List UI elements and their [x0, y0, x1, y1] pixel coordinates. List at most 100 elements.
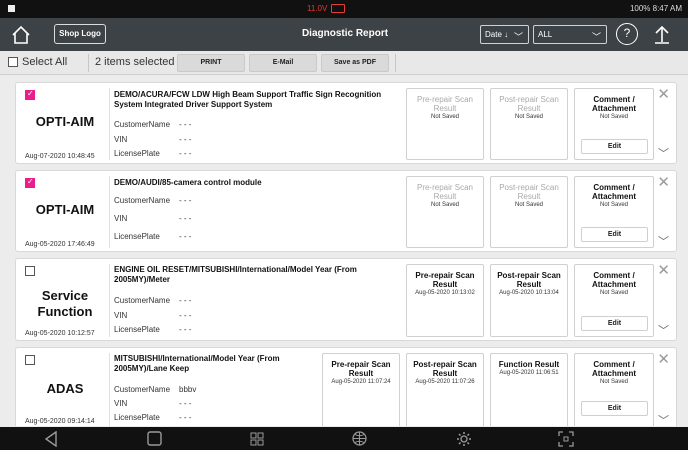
comment-attachment-box[interactable]: Comment / Attachment Not Saved Edit — [574, 264, 654, 337]
pre-repair-label: Pre-repair Scan Result — [416, 183, 474, 201]
select-all-label[interactable]: Select All — [22, 56, 67, 68]
license-plate-value: - - - — [179, 413, 192, 422]
license-plate-label: LicensePlate — [114, 325, 160, 334]
pre-repair-label: Pre-repair Scan Result — [331, 360, 391, 378]
report-card[interactable]: OPTI-AIM Aug-05-2020 17:46:49 DEMO/AUDI/… — [15, 170, 677, 252]
report-toolbar: Select All 2 items selected PRINT E-Mail… — [0, 51, 688, 75]
divider — [109, 353, 110, 426]
customer-name-value: bbbv — [179, 385, 197, 394]
save-pdf-button[interactable]: Save as PDF — [321, 54, 389, 72]
home-icon[interactable] — [10, 24, 32, 46]
comment-attachment-label: Comment / Attachment — [591, 271, 636, 289]
vin-label: VIN — [114, 399, 128, 408]
vin-label: VIN — [114, 214, 128, 223]
report-card[interactable]: OPTI-AIM Aug-07-2020 10:48:45 DEMO/ACURA… — [15, 82, 677, 164]
help-icon[interactable]: ? — [616, 23, 638, 45]
report-checkbox[interactable] — [25, 355, 35, 365]
pre-repair-scan-box[interactable]: Pre-repair Scan Result Not Saved — [406, 88, 484, 160]
report-title: ENGINE OIL RESET/MITSUBISHI/Internationa… — [114, 265, 357, 284]
pre-repair-status: Aug-05-2020 10:13:02 — [415, 290, 475, 296]
function-result-label: Function Result — [498, 360, 560, 369]
post-repair-status: Not Saved — [514, 114, 544, 120]
report-checkbox[interactable] — [25, 89, 35, 100]
email-button[interactable]: E-Mail — [249, 54, 317, 72]
post-repair-scan-box[interactable]: Post-repair Scan Result Aug-05-2020 10:1… — [490, 264, 568, 337]
edit-button[interactable]: Edit — [581, 316, 648, 331]
divider — [109, 264, 110, 337]
chevron-down-icon[interactable]: ﹀ — [658, 412, 669, 426]
pre-repair-status: Aug-05-2020 11:07:24 — [331, 379, 391, 385]
chevron-down-icon[interactable]: ﹀ — [658, 233, 669, 249]
post-repair-scan-box[interactable]: Post-repair Scan Result Aug-05-2020 11:0… — [406, 353, 484, 426]
license-plate-label: LicensePlate — [114, 149, 160, 158]
vin-value: - - - — [179, 214, 192, 223]
filter-select[interactable]: ALL ﹀ — [533, 25, 607, 44]
chevron-down-icon[interactable]: ﹀ — [658, 145, 669, 161]
back-icon[interactable] — [44, 431, 58, 447]
shop-logo-button[interactable]: Shop Logo — [54, 24, 106, 44]
post-repair-scan-box[interactable]: Post-repair Scan Result Not Saved — [490, 176, 568, 248]
apps-icon[interactable] — [250, 432, 264, 446]
browser-icon[interactable] — [352, 431, 367, 446]
report-date: Aug-07-2020 10:48:45 — [25, 153, 95, 160]
post-repair-label: Post-repair Scan Result — [497, 271, 561, 289]
close-icon[interactable]: ✕ — [657, 175, 670, 190]
chevron-down-icon[interactable]: ﹀ — [658, 322, 669, 338]
report-checkbox[interactable] — [25, 177, 35, 188]
report-title: DEMO/AUDI/85-camera control module — [114, 178, 262, 187]
license-plate-value: - - - — [179, 325, 192, 334]
date-sort-select[interactable]: Date ↓ ﹀ — [480, 25, 529, 44]
report-date: Aug-05-2020 09:14:14 — [25, 418, 95, 425]
system-nav-bar — [0, 427, 688, 450]
customer-name-label: CustomerName — [114, 120, 171, 129]
report-checkbox[interactable] — [25, 266, 35, 276]
comment-attachment-box[interactable]: Comment / Attachment Not Saved Edit — [574, 176, 654, 248]
license-plate-value: - - - — [179, 232, 192, 241]
divider — [395, 54, 396, 72]
pre-repair-scan-box[interactable]: Pre-repair Scan Result Not Saved — [406, 176, 484, 248]
upload-icon[interactable] — [652, 23, 672, 45]
post-repair-label: Post-repair Scan Result — [499, 95, 559, 113]
edit-button[interactable]: Edit — [581, 227, 648, 242]
screenshot-icon[interactable] — [558, 431, 574, 447]
report-date: Aug-05-2020 10:12:57 — [25, 330, 95, 337]
function-name: ADAS — [46, 381, 84, 396]
divider — [109, 176, 110, 248]
home-nav-icon[interactable] — [147, 431, 162, 446]
function-result-box[interactable]: Function Result Aug-05-2020 11:06:51 — [490, 353, 568, 426]
divider — [109, 88, 110, 160]
comment-attachment-label: Comment / Attachment — [591, 95, 636, 113]
function-name: OPTI-AIM — [35, 114, 95, 129]
vin-value: - - - — [179, 399, 192, 408]
customer-name-value: - - - — [179, 120, 192, 129]
pre-repair-scan-box[interactable]: Pre-repair Scan Result Aug-05-2020 10:13… — [406, 264, 484, 337]
pre-repair-scan-box[interactable]: Pre-repair Scan Result Aug-05-2020 11:07… — [322, 353, 400, 426]
chevron-down-icon: ﹀ — [513, 32, 523, 42]
close-icon[interactable]: ✕ — [657, 352, 670, 367]
vin-label: VIN — [114, 311, 128, 320]
select-all-checkbox[interactable] — [8, 57, 18, 67]
report-date: Aug-05-2020 17:46:49 — [25, 241, 95, 248]
edit-button[interactable]: Edit — [581, 139, 648, 154]
customer-name-label: CustomerName — [114, 196, 171, 205]
close-icon[interactable]: ✕ — [657, 263, 670, 278]
comment-attachment-box[interactable]: Comment / Attachment Not Saved Edit — [574, 353, 654, 426]
post-repair-status: Aug-05-2020 10:13:04 — [499, 290, 559, 296]
report-card[interactable]: Service Function Aug-05-2020 10:12:57 EN… — [15, 258, 677, 341]
post-repair-scan-box[interactable]: Post-repair Scan Result Not Saved — [490, 88, 568, 160]
license-plate-label: LicensePlate — [114, 232, 160, 241]
comment-attachment-label: Comment / Attachment — [591, 183, 636, 201]
function-name: Service Function — [37, 288, 93, 319]
pre-repair-label: Pre-repair Scan Result — [416, 95, 474, 113]
voltage-readout: 11.0V — [307, 4, 328, 13]
pre-repair-label: Pre-repair Scan Result — [415, 271, 475, 289]
vin-value: - - - — [179, 135, 192, 144]
report-card[interactable]: ADAS Aug-05-2020 09:14:14 MITSUBISHI/Int… — [15, 347, 677, 426]
print-button[interactable]: PRINT — [177, 54, 245, 72]
edit-button[interactable]: Edit — [581, 401, 648, 416]
comment-status: Not Saved — [599, 379, 629, 385]
customer-name-label: CustomerName — [114, 385, 171, 394]
settings-icon[interactable] — [456, 431, 472, 447]
comment-attachment-box[interactable]: Comment / Attachment Not Saved Edit — [574, 88, 654, 160]
close-icon[interactable]: ✕ — [657, 87, 670, 102]
